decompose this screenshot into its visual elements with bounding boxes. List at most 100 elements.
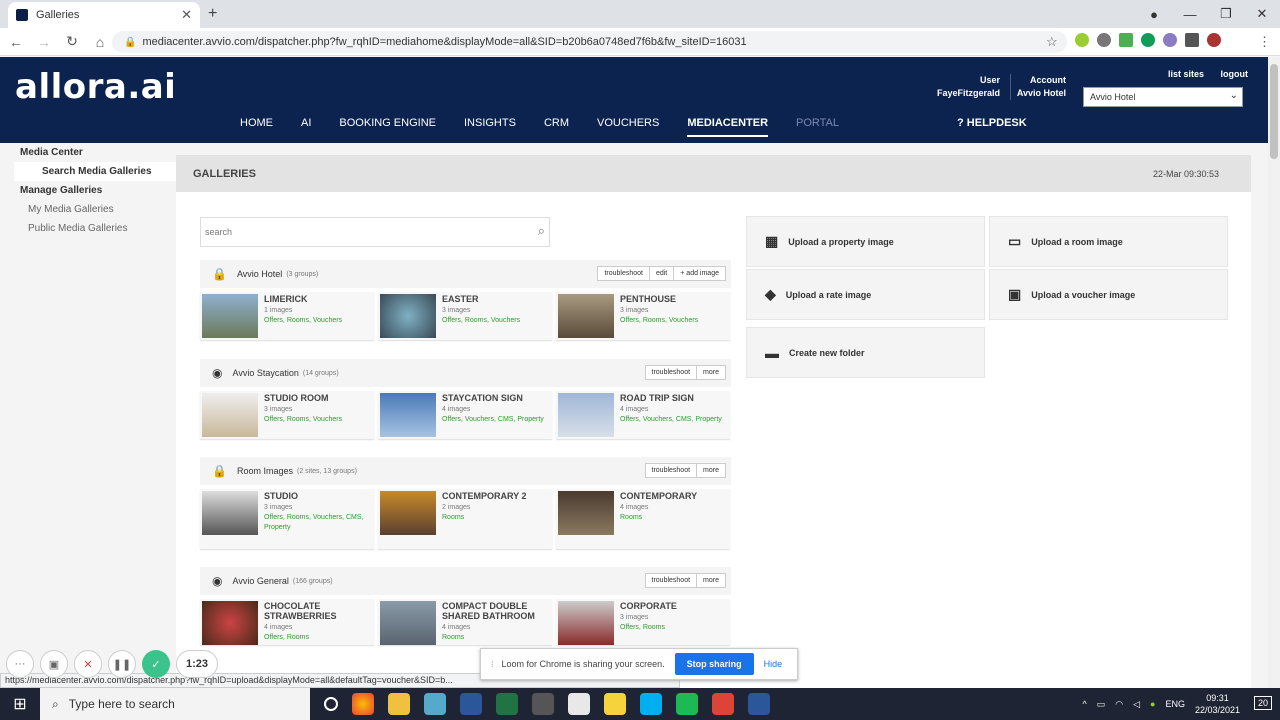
group-name[interactable]: Room Images (237, 466, 293, 476)
profile-icon[interactable]: ● (1136, 7, 1172, 22)
sidebar-heading-media-center[interactable]: Media Center (0, 143, 176, 162)
close-tab-icon[interactable]: ✕ (181, 7, 192, 23)
word-icon[interactable] (748, 693, 770, 715)
drag-handle-icon[interactable]: ⁞ (491, 659, 494, 669)
slack-icon[interactable] (568, 693, 590, 715)
extension-icon[interactable] (1141, 33, 1155, 47)
sidebar-heading-manage[interactable]: Manage Galleries (0, 181, 176, 200)
search-input[interactable]: search ⌕ (200, 217, 550, 247)
group-name[interactable]: Avvio General (232, 576, 288, 586)
logo[interactable]: allora.ai (15, 67, 176, 107)
pause-icon[interactable]: ❚❚ (108, 650, 136, 678)
sidebar-item-my-galleries[interactable]: My Media Galleries (0, 200, 176, 219)
edit-button[interactable]: edit (648, 266, 675, 281)
gallery-item[interactable]: STAYCATION SIGN 4 images Offers, Vouchers,… (378, 391, 552, 439)
app-icon[interactable] (424, 693, 446, 715)
group-name[interactable]: Avvio Hotel (237, 269, 282, 279)
nav-ai[interactable]: AI (301, 117, 311, 137)
hotel-select[interactable]: Avvio Hotel ⌄ (1083, 87, 1243, 107)
search-icon[interactable]: ⌕ (538, 223, 545, 239)
word-icon[interactable] (460, 693, 482, 715)
sidebar-item-search-galleries[interactable]: Search Media Galleries (14, 162, 176, 181)
menu-icon[interactable]: ⋮ (1258, 34, 1271, 50)
language-indicator[interactable]: ENG (1165, 699, 1185, 709)
troubleshoot-button[interactable]: troubleshoot (644, 365, 698, 380)
tray-chevron-icon[interactable]: ^ (1082, 699, 1086, 709)
add-image-button[interactable]: + add image (673, 266, 726, 281)
browser-tab[interactable]: Galleries ✕ (8, 2, 200, 28)
gallery-item[interactable]: COMPACT DOUBLE SHARED BATHROOM 4 images Ro… (378, 599, 552, 645)
group-name[interactable]: Avvio Staycation (232, 368, 298, 378)
extension-icon[interactable] (1075, 33, 1089, 47)
app-icon[interactable] (532, 693, 554, 715)
cancel-recording-icon[interactable]: ✕ (74, 650, 102, 678)
troubleshoot-button[interactable]: troubleshoot (597, 266, 650, 281)
troubleshoot-button[interactable]: troubleshoot (644, 573, 698, 588)
spotify-icon[interactable] (676, 693, 698, 715)
puzzle-icon[interactable] (1185, 33, 1199, 47)
gallery-item[interactable]: CHOCOLATE STRAWBERRIES 4 images Offers, Ro… (200, 599, 374, 645)
nav-vouchers[interactable]: VOUCHERS (597, 117, 659, 137)
finish-recording-icon[interactable]: ✓ (142, 650, 170, 678)
extension-icon[interactable] (1097, 33, 1111, 47)
excel-icon[interactable] (496, 693, 518, 715)
extension-icon[interactable] (1163, 33, 1177, 47)
close-window-icon[interactable]: ✕ (1244, 6, 1280, 22)
battery-icon[interactable]: ▭ (1097, 699, 1106, 710)
nav-booking-engine[interactable]: BOOKING ENGINE (339, 117, 436, 137)
hide-button[interactable]: Hide (764, 659, 783, 669)
gallery-item[interactable]: CONTEMPORARY 2 2 images Rooms (378, 489, 552, 549)
sidebar-item-public-galleries[interactable]: Public Media Galleries (0, 219, 176, 238)
cortana-icon[interactable] (324, 697, 338, 711)
list-sites-link[interactable]: list sites (1168, 69, 1204, 79)
home-icon[interactable]: ⌂ (88, 34, 112, 50)
upload-rate-button[interactable]: ◆ Upload a rate image (746, 269, 985, 320)
more-button[interactable]: more (696, 573, 726, 588)
file-explorer-icon[interactable] (388, 693, 410, 715)
sticky-notes-icon[interactable] (604, 693, 626, 715)
helpdesk-link[interactable]: ? HELPDESK (957, 117, 1027, 129)
troubleshoot-button[interactable]: troubleshoot (644, 463, 698, 478)
gallery-item[interactable]: STUDIO ROOM 3 images Offers, Rooms, Vouche… (200, 391, 374, 439)
chrome-icon[interactable] (712, 693, 734, 715)
taskbar-search[interactable]: ⌕ Type here to search (40, 688, 310, 720)
skype-icon[interactable] (640, 693, 662, 715)
gallery-item[interactable]: STUDIO 3 images Offers, Rooms, Vouchers, C… (200, 489, 374, 549)
nav-portal[interactable]: PORTAL (796, 117, 839, 137)
minimize-icon[interactable]: — (1172, 7, 1208, 22)
gallery-item[interactable]: CONTEMPORARY 4 images Rooms (556, 489, 730, 549)
notification-icon[interactable]: 20 (1253, 696, 1272, 710)
nav-mediacenter[interactable]: MEDIACENTER (687, 117, 769, 137)
upload-property-button[interactable]: ▦ Upload a property image (746, 216, 985, 267)
gallery-item[interactable]: LIMERICK 1 images Offers, Rooms, Vouchers (200, 292, 374, 340)
address-bar[interactable]: 🔒 mediacenter.avvio.com/dispatcher.php?f… (112, 31, 1067, 53)
more-button[interactable]: more (696, 365, 726, 380)
upload-room-button[interactable]: ▭ Upload a room image (989, 216, 1228, 267)
forward-icon[interactable]: → (32, 34, 56, 50)
page-scrollbar[interactable] (1268, 57, 1280, 688)
new-tab-icon[interactable]: + (208, 5, 217, 23)
gallery-item[interactable]: PENTHOUSE 3 images Offers, Rooms, Vouchers (556, 292, 730, 340)
maximize-icon[interactable]: ❐ (1208, 6, 1244, 22)
volume-icon[interactable]: ◁ (1133, 699, 1140, 710)
scrollbar-thumb[interactable] (1270, 64, 1278, 159)
nav-crm[interactable]: CRM (544, 117, 569, 137)
nav-insights[interactable]: INSIGHTS (464, 117, 516, 137)
more-button[interactable]: more (696, 463, 726, 478)
gallery-item[interactable]: CORPORATE 3 images Offers, Rooms (556, 599, 730, 645)
app-tray-icon[interactable]: ● (1150, 699, 1155, 709)
more-options-icon[interactable]: ··· (6, 650, 34, 678)
avatar[interactable] (1207, 33, 1221, 47)
network-icon[interactable]: ◠ (1115, 699, 1123, 710)
bookmark-star-icon[interactable]: ☆ (1046, 34, 1058, 50)
nav-home[interactable]: HOME (240, 117, 273, 137)
logout-link[interactable]: logout (1221, 69, 1249, 79)
chrome-icon[interactable] (352, 693, 374, 715)
upload-voucher-button[interactable]: ▣ Upload a voucher image (989, 269, 1228, 320)
stop-sharing-button[interactable]: Stop sharing (674, 653, 754, 675)
windows-start-icon[interactable]: ⊞ (0, 694, 40, 714)
gallery-item[interactable]: EASTER 3 images Offers, Rooms, Vouchers (378, 292, 552, 340)
gallery-item[interactable]: ROAD TRIP SIGN 4 images Offers, Vouchers, … (556, 391, 730, 439)
drive-icon[interactable] (1119, 33, 1133, 47)
reload-icon[interactable]: ↻ (60, 33, 84, 50)
